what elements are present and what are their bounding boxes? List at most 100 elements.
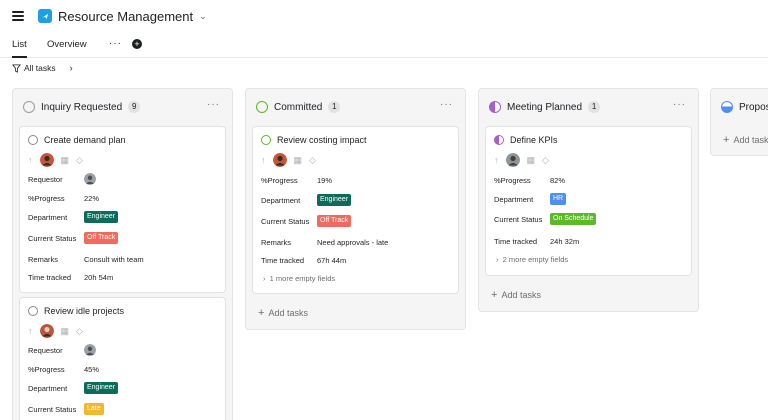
column-header: Committed 1 ··· <box>256 99 457 115</box>
column-menu-icon[interactable]: ··· <box>440 99 453 110</box>
column-header: Meeting Planned 1 ··· <box>489 99 690 115</box>
field-label-status: Current Status <box>494 214 543 224</box>
complete-check-icon[interactable] <box>261 135 271 145</box>
progress-value[interactable]: 45% <box>84 365 99 374</box>
assignee-avatar[interactable] <box>272 153 287 167</box>
chevron-down-icon: ⌄ <box>199 11 207 21</box>
department-pill[interactable]: Engineer <box>84 211 119 223</box>
add-tasks-button[interactable]: + Add tasks <box>258 307 308 319</box>
field-label-department: Department <box>261 195 301 205</box>
requestor-avatar[interactable] <box>84 173 96 185</box>
plus-icon: + <box>723 134 730 146</box>
field-label-remarks: Remarks <box>28 254 59 264</box>
project-title[interactable]: Resource Management ⌄ <box>58 9 207 24</box>
add-tasks-label: Add tasks <box>501 290 541 300</box>
arrow-up-icon[interactable]: ↑ <box>28 326 33 336</box>
tag-icon[interactable]: ◇ <box>76 326 83 337</box>
filter-icon[interactable] <box>12 63 21 73</box>
assignee-avatar[interactable] <box>39 153 54 167</box>
status-pill[interactable]: Off Track <box>317 215 352 227</box>
filter-label[interactable]: All tasks <box>24 63 56 73</box>
plus-icon: + <box>491 289 498 301</box>
complete-check-icon[interactable] <box>494 135 504 145</box>
column-meeting-planned: Meeting Planned 1 ··· Define KPIs ↑ ▦ ◇ … <box>478 88 699 312</box>
more-fields-toggle[interactable]: › 1 more empty fields <box>263 274 335 283</box>
tab-overview[interactable]: Overview <box>47 38 87 58</box>
chevron-right-icon[interactable]: › <box>70 63 73 73</box>
status-pill[interactable]: Late <box>84 403 104 415</box>
task-title: Define KPIs <box>510 135 558 145</box>
task-card[interactable]: Review costing impact ↑ ▦ ◇ %Progress 19%… <box>252 126 459 294</box>
column-menu-icon[interactable]: ··· <box>673 99 686 110</box>
calendar-icon[interactable]: ▦ <box>294 155 303 166</box>
field-label-department: Department <box>28 383 68 393</box>
requestor-avatar[interactable] <box>84 344 96 356</box>
tag-icon[interactable]: ◇ <box>542 155 549 166</box>
department-pill[interactable]: HR <box>550 193 567 205</box>
hamburger-menu-icon[interactable] <box>12 11 24 21</box>
task-card[interactable]: Create demand plan ↑ ▦ ◇ Requestor %Prog… <box>19 126 226 293</box>
field-label-status: Current Status <box>28 404 77 414</box>
column-header: Inquiry Requested 9 ··· <box>23 99 224 115</box>
status-pill[interactable]: On Schedule <box>550 213 597 225</box>
task-card[interactable]: Review idle projects ↑ ▦ ◇ Requestor %Pr… <box>19 297 226 420</box>
time-tracked-value[interactable]: 67h 44m <box>317 256 346 265</box>
column-committed: Committed 1 ··· Review costing impact ↑ … <box>245 88 466 330</box>
time-tracked-value[interactable]: 20h 54m <box>84 273 113 282</box>
complete-check-icon[interactable] <box>28 306 38 316</box>
remarks-value[interactable]: Consult with team <box>84 255 144 264</box>
task-title: Review idle projects <box>44 306 125 316</box>
column-title: Inquiry Requested <box>41 101 123 113</box>
progress-value[interactable]: 82% <box>550 176 565 185</box>
calendar-icon[interactable]: ▦ <box>61 326 70 337</box>
add-tab-icon[interactable]: + <box>132 39 142 49</box>
add-tasks-button[interactable]: + Add task <box>723 134 768 146</box>
field-label-status: Current Status <box>28 233 77 243</box>
arrow-up-icon[interactable]: ↑ <box>261 155 266 165</box>
remarks-value[interactable]: Need approvals - late <box>317 238 388 247</box>
column-count-badge: 1 <box>328 101 341 113</box>
tag-icon[interactable]: ◇ <box>309 155 316 166</box>
project-icon[interactable] <box>38 9 52 23</box>
field-label-progress: %Progress <box>28 193 65 203</box>
arrow-up-icon[interactable]: ↑ <box>494 155 499 165</box>
more-fields-toggle[interactable]: › 2 more empty fields <box>496 255 568 264</box>
field-label-time-tracked: Time tracked <box>28 272 72 282</box>
tag-icon[interactable]: ◇ <box>76 155 83 166</box>
column-proposal: Propos + Add task <box>710 88 768 156</box>
circle-icon <box>721 101 733 113</box>
add-tasks-label: Add tasks <box>268 308 308 318</box>
top-bar: Resource Management ⌄ <box>0 0 768 36</box>
column-title: Committed <box>274 101 323 113</box>
half-circle-icon <box>489 101 501 113</box>
column-title: Meeting Planned <box>507 101 583 113</box>
calendar-icon[interactable]: ▦ <box>61 155 70 166</box>
task-title: Review costing impact <box>277 135 367 145</box>
progress-value[interactable]: 22% <box>84 194 99 203</box>
add-tasks-button[interactable]: + Add tasks <box>491 289 541 301</box>
column-count-badge: 9 <box>128 101 141 113</box>
field-label-progress: %Progress <box>494 175 531 185</box>
arrow-up-icon[interactable]: ↑ <box>28 155 33 165</box>
field-label-time-tracked: Time tracked <box>494 236 538 246</box>
add-tasks-label: Add task <box>733 135 768 145</box>
time-tracked-value[interactable]: 24h 32m <box>550 237 579 246</box>
progress-value[interactable]: 19% <box>317 176 332 185</box>
calendar-icon[interactable]: ▦ <box>527 155 536 166</box>
assignee-avatar[interactable] <box>39 324 54 338</box>
department-pill[interactable]: Engineer <box>317 194 352 206</box>
department-pill[interactable]: Engineer <box>84 382 119 394</box>
more-fields-text: 1 more empty fields <box>269 274 336 283</box>
field-label-status: Current Status <box>261 216 310 226</box>
more-tabs-icon[interactable]: ··· <box>109 38 122 49</box>
column-header: Propos <box>721 99 768 115</box>
column-menu-icon[interactable]: ··· <box>207 99 220 110</box>
task-card[interactable]: Define KPIs ↑ ▦ ◇ %Progress 82% Departmen… <box>485 126 692 276</box>
complete-check-icon[interactable] <box>28 135 38 145</box>
field-label-department: Department <box>28 212 68 222</box>
status-pill[interactable]: Off Track <box>84 232 119 244</box>
field-label-progress: %Progress <box>28 364 65 374</box>
checkmark-icon <box>42 13 48 19</box>
tab-list[interactable]: List <box>12 38 27 58</box>
assignee-avatar[interactable] <box>505 153 520 167</box>
